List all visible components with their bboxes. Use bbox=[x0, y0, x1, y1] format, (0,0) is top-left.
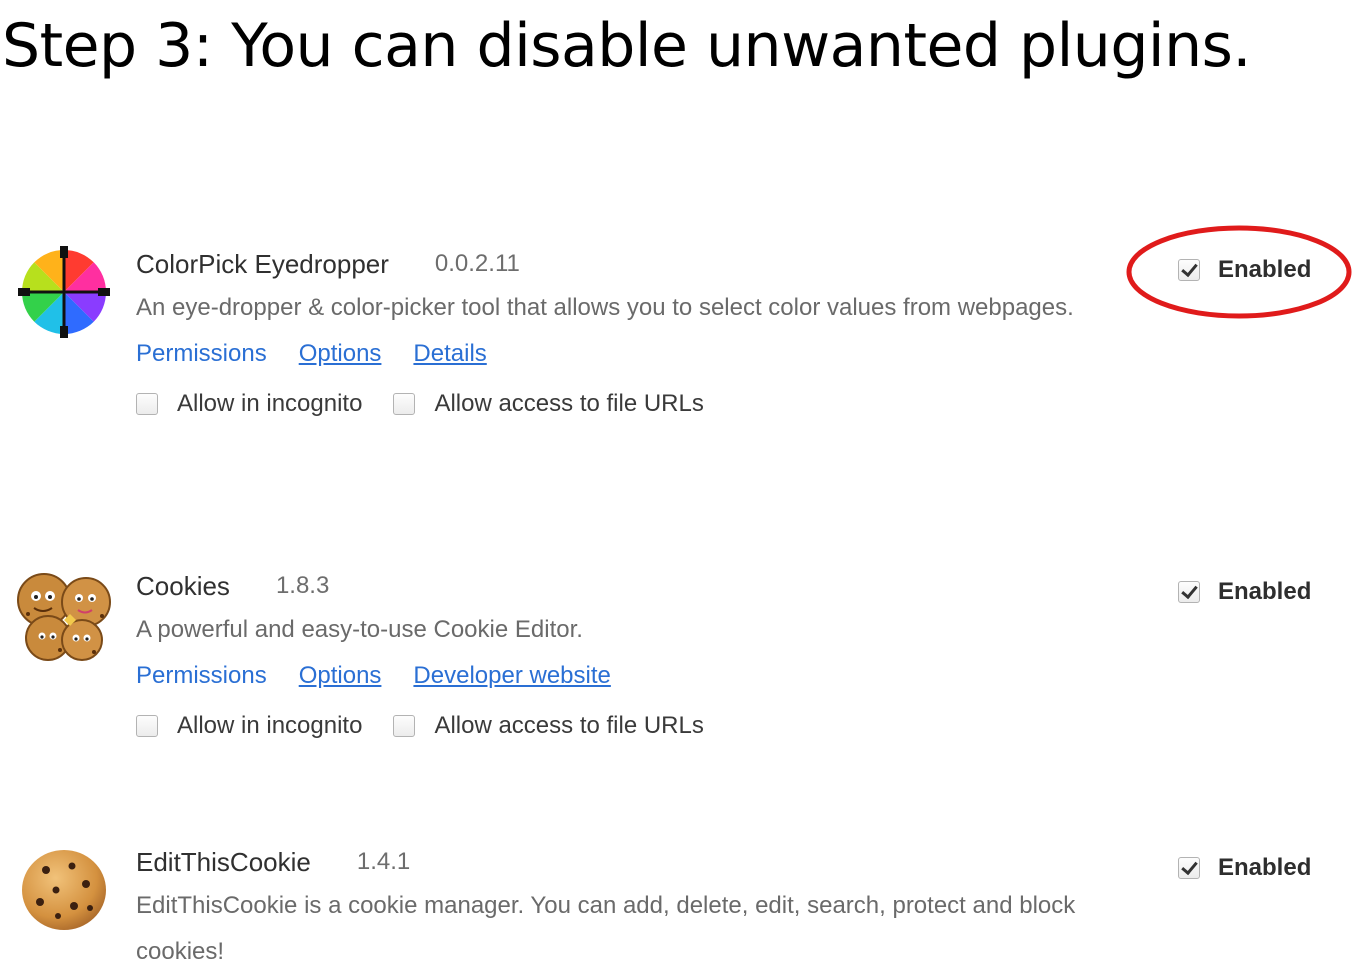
page-title: Step 3: You can disable unwanted plugins… bbox=[2, 11, 1251, 81]
extension-version: 0.0.2.11 bbox=[434, 250, 520, 277]
color-wheel-icon bbox=[18, 246, 110, 338]
enabled-toggle[interactable]: Enabled bbox=[1178, 578, 1311, 606]
file-urls-checkbox[interactable] bbox=[393, 715, 416, 737]
extension-description: EditThisCookie is a cookie manager. You … bbox=[136, 892, 1076, 965]
permissions-link[interactable]: Permissions bbox=[136, 662, 267, 690]
incognito-checkbox[interactable] bbox=[136, 715, 158, 737]
incognito-checkbox[interactable] bbox=[136, 393, 158, 415]
extension-name: EditThisCookie bbox=[136, 846, 311, 877]
enabled-label: Enabled bbox=[1218, 256, 1312, 283]
extension-cookies: Cookies 1.8.3 A powerful and easy-to-use… bbox=[0, 568, 1366, 768]
details-link[interactable]: Details bbox=[413, 340, 486, 368]
enabled-label: Enabled bbox=[1218, 578, 1312, 605]
enabled-toggle[interactable]: Enabled bbox=[1178, 256, 1311, 284]
file-urls-label: Allow access to file URLs bbox=[434, 390, 704, 417]
extension-name: Cookies bbox=[136, 570, 230, 601]
file-urls-checkbox[interactable] bbox=[393, 393, 416, 415]
enabled-checkbox[interactable] bbox=[1178, 581, 1200, 603]
extension-editthiscookie: EditThisCookie 1.4.1 EditThisCookie is a… bbox=[0, 844, 1366, 968]
enabled-toggle[interactable]: Enabled bbox=[1178, 854, 1311, 882]
options-link[interactable]: Options bbox=[299, 662, 382, 690]
enabled-checkbox[interactable] bbox=[1178, 259, 1200, 281]
extension-version: 1.8.3 bbox=[275, 572, 330, 599]
enabled-checkbox[interactable] bbox=[1178, 857, 1200, 879]
extension-description: A powerful and easy-to-use Cookie Editor… bbox=[136, 616, 583, 643]
enabled-label: Enabled bbox=[1218, 854, 1312, 881]
extension-colorpick: ColorPick Eyedropper 0.0.2.11 An eye-dro… bbox=[0, 246, 1366, 486]
extension-version: 1.4.1 bbox=[356, 848, 411, 875]
extension-name: ColorPick Eyedropper bbox=[136, 248, 389, 279]
incognito-label: Allow in incognito bbox=[177, 390, 363, 417]
file-urls-label: Allow access to file URLs bbox=[434, 712, 704, 739]
incognito-label: Allow in incognito bbox=[177, 712, 363, 739]
developer-website-link[interactable]: Developer website bbox=[413, 662, 610, 690]
extension-description: An eye-dropper & color-picker tool that … bbox=[136, 294, 1074, 321]
options-link[interactable]: Options bbox=[299, 340, 382, 368]
permissions-link[interactable]: Permissions bbox=[136, 340, 267, 368]
cookie-faces-icon bbox=[17, 573, 111, 661]
cookie-icon bbox=[22, 850, 106, 930]
